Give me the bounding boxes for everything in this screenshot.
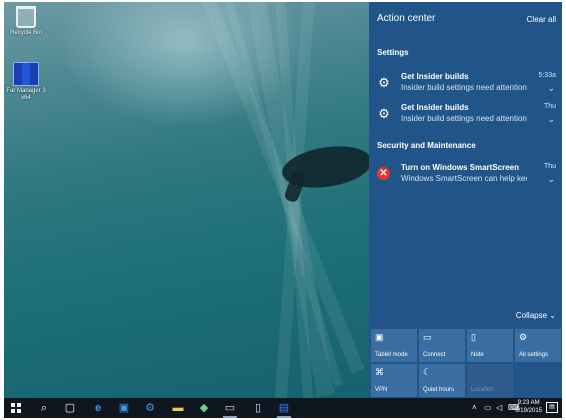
quick-action-vpn[interactable]: ⌘ VPN (371, 364, 417, 397)
notification-title: Get Insider builds (401, 72, 469, 81)
notepad-icon[interactable]: ▯ (250, 401, 266, 415)
notification-item[interactable]: ✕ Turn on Windows SmartScreen Windows Sm… (369, 160, 562, 190)
expand-chevron-icon[interactable]: ⌄ (547, 83, 555, 94)
quick-action-all-settings[interactable]: ⚙ All settings (515, 329, 561, 362)
quick-action-quiet-hours[interactable]: ☾ Quiet hours (419, 364, 465, 397)
notification-item[interactable]: ⚙ Get Insider builds Insider build setti… (369, 69, 562, 99)
chevron-up-icon[interactable]: ˄ (472, 402, 477, 414)
gear-icon: ⚙ (378, 106, 390, 121)
collapse-button[interactable]: Collapse ⌄ (516, 311, 556, 320)
section-heading-settings: Settings (377, 48, 409, 57)
search-icon[interactable]: ⌕ (36, 401, 52, 415)
notification-time: Thu (543, 103, 556, 110)
edge-icon[interactable]: e (90, 401, 106, 415)
expand-chevron-icon[interactable]: ⌄ (547, 174, 555, 185)
vpn-icon: ⌘ (375, 367, 384, 377)
command-prompt-icon[interactable]: ▭ (222, 401, 238, 418)
action-center-panel: Action center Clear all Settings ⚙ Get I… (369, 2, 562, 398)
far-manager-icon (13, 62, 39, 86)
clock-time: 9:23 AM (517, 400, 540, 406)
notification-item[interactable]: ⚙ Get Insider builds Insider build setti… (369, 100, 562, 130)
clock-date: 6/19/2015 (515, 408, 542, 414)
file-explorer-icon[interactable]: ▬ (170, 401, 186, 415)
desktop-icon-label: Recycle Bin (10, 30, 42, 36)
moon-icon: ☾ (423, 367, 432, 377)
settings-icon[interactable]: ⚙ (142, 401, 158, 415)
quick-action-location[interactable]: Location (467, 364, 513, 397)
network-icon[interactable]: ▭ (484, 402, 492, 414)
far-manager-icon[interactable]: ▤ (276, 401, 292, 418)
desktop-icon-far-manager[interactable]: Far Manager 3 x64 (4, 62, 48, 102)
note-icon: ▯ (471, 332, 476, 342)
volume-icon[interactable]: ◁ (496, 402, 502, 414)
error-icon: ✕ (377, 167, 391, 181)
quick-action-connect[interactable]: ▭ Connect (419, 329, 465, 362)
app-icon[interactable]: ◆ (196, 401, 212, 415)
section-heading-security: Security and Maintenance (377, 141, 476, 150)
gear-icon: ⚙ (378, 75, 390, 90)
taskbar-clock[interactable]: 9:23 AM 6/19/2015 (515, 399, 542, 415)
tablet-mode-icon: ▣ (375, 332, 384, 342)
start-icon[interactable] (8, 401, 24, 415)
screen: Recycle Bin Far Manager 3 x64 Action cen… (4, 2, 562, 418)
notification-body: Insider build settings need attention (401, 114, 527, 123)
clear-all-button[interactable]: Clear all (527, 15, 556, 24)
expand-chevron-icon[interactable]: ⌄ (547, 114, 555, 125)
quick-action-tablet-mode[interactable]: ▣ Tablet mode (371, 329, 417, 362)
action-center-tray-icon[interactable]: ▤ (546, 402, 558, 413)
notification-body: Insider build settings need attention (401, 83, 527, 92)
connect-icon: ▭ (423, 332, 432, 342)
quick-action-note[interactable]: ▯ Note (467, 329, 513, 362)
recycle-bin-icon (16, 6, 36, 28)
action-center-title: Action center (377, 13, 436, 24)
task-view-icon[interactable]: ▢ (62, 401, 78, 415)
notification-title: Turn on Windows SmartScreen (401, 163, 520, 172)
notification-title: Get Insider builds (401, 103, 469, 112)
desktop-icon-label: Far Manager 3 x64 (6, 88, 46, 101)
notification-time: 5:33a (538, 72, 556, 79)
taskbar: ⌕ ▢ e ▣ ⚙ ▬ ◆ ▭ ▯ ▤ ˄ ▭ ◁ ⌨ 9:23 AM 6/19… (4, 398, 562, 418)
notification-time: Thu (543, 163, 556, 170)
store-icon[interactable]: ▣ (116, 401, 132, 415)
gear-icon: ⚙ (519, 332, 528, 342)
notification-body: Windows SmartScreen can help keep (401, 174, 527, 183)
desktop-icon-recycle-bin[interactable]: Recycle Bin (4, 6, 48, 37)
